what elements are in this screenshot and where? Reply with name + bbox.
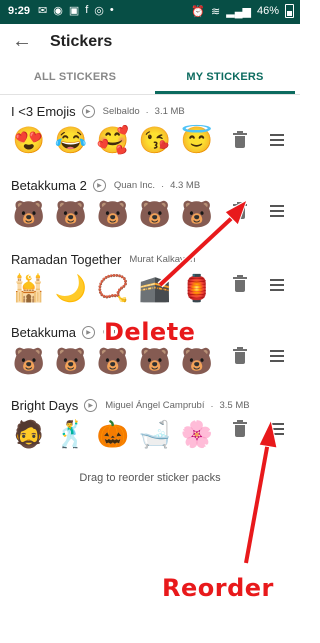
play-icon[interactable]: ▶ (84, 399, 98, 412)
tab-all-stickers[interactable]: ALL STICKERS (0, 71, 150, 83)
gallery-icon: ▣ (68, 5, 80, 17)
play-icon[interactable]: ▶ (81, 105, 95, 118)
sticker-pack-row[interactable]: Bright Days ▶ Miguel Ángel Camprubí · 3.… (0, 398, 300, 468)
sticker-pack-row[interactable]: Ramadan Together Murat Kalkavan 🕌 🌙 📿 🕋 … (0, 252, 300, 322)
sticker-preview-list: 😍 😂 🥰 😘 😇 (11, 122, 215, 158)
sticker-thumbnail: 🐻 (180, 198, 214, 229)
reorder-hint-text: Drag to reorder sticker packs (79, 472, 221, 484)
sticker-thumbnail: 😂 (54, 124, 88, 155)
sticker-thumbnail: 🐻 (12, 198, 46, 229)
delete-annotation-label: Delete (104, 318, 196, 346)
separator-dot: · (145, 106, 149, 117)
sticker-thumbnail: 😍 (12, 124, 46, 155)
sticker-preview-list: 🧔 🕺 🎃 🛁 🌸 (11, 416, 215, 452)
pack-header: I <3 Emojis ▶ Selbaldo · 3.1 MB (11, 104, 185, 119)
pack-size: 4.3 MB (170, 180, 201, 191)
sticker-thumbnail: 🌙 (54, 272, 88, 303)
sticker-thumbnail: 🐻 (138, 345, 172, 376)
pack-name: I <3 Emojis (11, 104, 76, 119)
sticker-thumbnail: 🥰 (96, 124, 130, 155)
sticker-preview-list: 🕌 🌙 📿 🕋 🏮 (11, 270, 215, 306)
reorder-handle-icon[interactable] (270, 350, 284, 362)
delete-icon[interactable] (233, 275, 247, 293)
facebook-icon: f (85, 4, 89, 16)
sticker-thumbnail: 🕋 (138, 272, 172, 303)
sticker-thumbnail: 🏮 (180, 272, 214, 303)
separator-dot: · (210, 400, 214, 411)
signal-icon: ▂▄▆ (226, 5, 251, 18)
sticker-pack-row[interactable]: I <3 Emojis ▶ Selbaldo · 3.1 MB 😍 😂 🥰 😘 … (0, 104, 300, 174)
pack-author: Murat Kalkavan (129, 254, 196, 265)
sticker-thumbnail: 🐻 (138, 198, 172, 229)
pack-size: 3.5 MB (219, 400, 250, 411)
sticker-preview-list: 🐻 🐻 🐻 🐻 🐻 (11, 343, 215, 379)
reorder-handle-icon[interactable] (270, 423, 284, 435)
sticker-thumbnail: 🛁 (138, 418, 172, 449)
pack-header: Ramadan Together Murat Kalkavan (11, 252, 195, 267)
sticker-thumbnail: 🕌 (12, 272, 46, 303)
separator-dot: · (161, 180, 165, 191)
status-time: 9:29 (8, 5, 31, 17)
pack-author: Quan Inc. (113, 180, 156, 191)
play-icon[interactable]: ▶ (82, 326, 96, 339)
page-title: Stickers (50, 33, 113, 50)
sticker-thumbnail: 🌸 (180, 418, 214, 449)
battery-percent: 46% (256, 5, 279, 17)
tab-my-stickers[interactable]: MY STICKERS (150, 71, 300, 83)
delete-icon[interactable] (233, 131, 247, 149)
sticker-pack-row[interactable]: Betakkuma 2 ▶ Quan Inc. · 4.3 MB 🐻 🐻 🐻 🐻… (0, 178, 300, 248)
chat-icon: ◉ (53, 5, 63, 17)
messaging-icon: ✉ (38, 5, 48, 17)
status-bar: 9:29 ✉ ◉ ▣ f ◎ • ⏰ ≋ ▂▄▆ 46% (0, 0, 300, 24)
reorder-handle-icon[interactable] (270, 279, 284, 291)
app-bar: ← Stickers (0, 24, 300, 60)
pack-name: Betakkuma 2 (11, 178, 87, 193)
app-icon: ◎ (94, 5, 104, 17)
sticker-thumbnail: 😘 (138, 124, 172, 155)
active-tab-indicator (155, 91, 295, 94)
pack-header: Betakkuma 2 ▶ Quan Inc. · 4.3 MB (11, 178, 200, 193)
tab-bar: ALL STICKERS MY STICKERS (0, 60, 300, 95)
pack-size: 3.1 MB (154, 106, 185, 117)
back-arrow-icon[interactable]: ← (12, 30, 32, 53)
pack-name: Betakkuma (11, 325, 77, 340)
sticker-thumbnail: 🧔 (12, 418, 46, 449)
sticker-thumbnail: 🐻 (96, 345, 130, 376)
reorder-annotation-label: Reorder (162, 574, 274, 602)
pack-header: Bright Days ▶ Miguel Ángel Camprubí · 3.… (11, 398, 250, 413)
alarm-icon: ⏰ (191, 5, 206, 18)
reorder-handle-icon[interactable] (270, 134, 284, 146)
pack-author: Selbaldo (102, 106, 140, 117)
battery-icon (285, 4, 294, 18)
status-notification-icons: ✉ ◉ ▣ f ◎ • (38, 4, 114, 17)
sticker-thumbnail: 📿 (96, 272, 130, 303)
pack-name: Bright Days (11, 398, 79, 413)
sticker-preview-list: 🐻 🐻 🐻 🐻 🐻 (11, 196, 215, 232)
sticker-thumbnail: 🐻 (12, 345, 46, 376)
wifi-icon: ≋ (211, 5, 221, 18)
sticker-thumbnail: 🐻 (54, 198, 88, 229)
play-icon[interactable]: ▶ (92, 179, 106, 192)
delete-icon[interactable] (233, 420, 247, 438)
pack-name: Ramadan Together (11, 252, 122, 267)
status-right: ⏰ ≋ ▂▄▆ 46% (191, 4, 294, 18)
sticker-thumbnail: 🐻 (54, 345, 88, 376)
sticker-thumbnail: 🕺 (54, 418, 88, 449)
sticker-thumbnail: 🐻 (96, 198, 130, 229)
reorder-handle-icon[interactable] (270, 205, 284, 217)
more-dot-icon: • (109, 4, 114, 16)
pack-author: Miguel Ángel Camprubí (105, 400, 205, 411)
delete-icon[interactable] (233, 202, 247, 220)
sticker-thumbnail: 🎃 (96, 418, 130, 449)
delete-icon[interactable] (233, 347, 247, 365)
sticker-thumbnail: 🐻 (180, 345, 214, 376)
sticker-thumbnail: 😇 (180, 124, 214, 155)
